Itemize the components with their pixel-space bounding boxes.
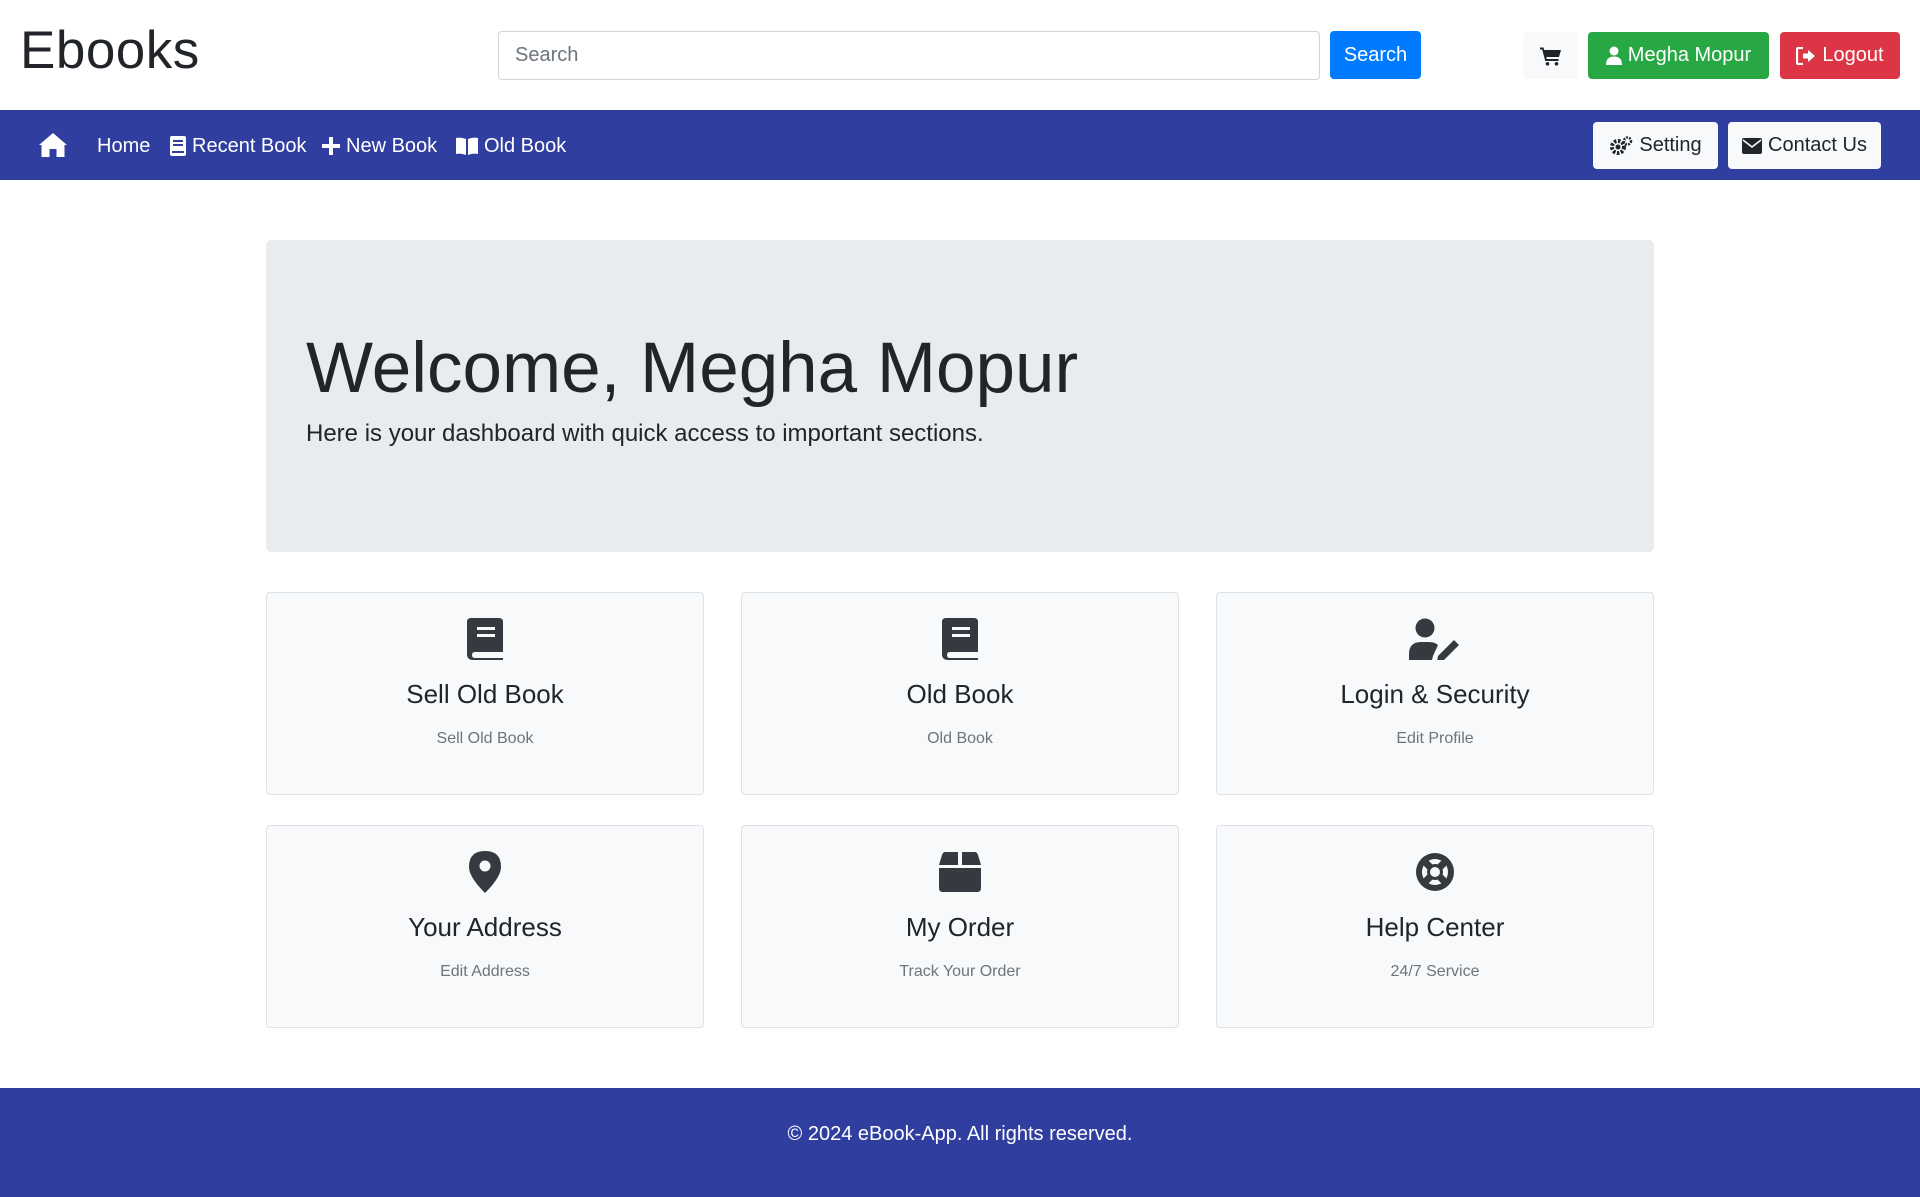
card-title: Login & Security bbox=[1340, 679, 1530, 709]
envelope-icon bbox=[1742, 137, 1763, 154]
user-name-label: Megha Mopur bbox=[1627, 44, 1752, 66]
card-title: Old Book bbox=[906, 679, 1014, 709]
card-help-center[interactable]: Help Center 24/7 Service bbox=[1216, 825, 1654, 1028]
page-footer: © 2024 eBook-App. All rights reserved. bbox=[0, 1088, 1920, 1197]
welcome-title: Welcome, Megha Mopur bbox=[306, 329, 1079, 408]
nav-link-home[interactable]: Home bbox=[97, 132, 150, 160]
copyright-text: © 2024 eBook-App. All rights reserved. bbox=[787, 1123, 1133, 1145]
card-subtitle: 24/7 Service bbox=[1390, 963, 1480, 980]
welcome-subtitle: Here is your dashboard with quick access… bbox=[306, 420, 984, 447]
main-navbar: Home Recent Book New Book Old Book Setti… bbox=[0, 110, 1920, 180]
top-header: Ebooks Search Megha Mopur Logout bbox=[0, 0, 1920, 110]
welcome-jumbotron: Welcome, Megha Mopur Here is your dashbo… bbox=[266, 240, 1654, 552]
book-icon bbox=[170, 136, 186, 156]
nav-link-old-book[interactable]: Old Book bbox=[456, 132, 566, 160]
shopping-cart-icon bbox=[1539, 47, 1561, 66]
card-title: Sell Old Book bbox=[406, 679, 564, 709]
plus-icon bbox=[322, 137, 340, 155]
book-icon bbox=[267, 617, 703, 661]
card-subtitle: Track Your Order bbox=[899, 963, 1021, 980]
card-your-address[interactable]: Your Address Edit Address bbox=[266, 825, 704, 1028]
nav-link-new-book[interactable]: New Book bbox=[322, 132, 437, 160]
card-title: My Order bbox=[905, 912, 1015, 942]
card-title: Your Address bbox=[408, 912, 562, 942]
user-edit-icon bbox=[1217, 617, 1653, 661]
map-marker-icon bbox=[267, 850, 703, 894]
nav-link-home-label: Home bbox=[97, 134, 151, 157]
cart-button[interactable] bbox=[1523, 32, 1578, 79]
logout-button[interactable]: Logout bbox=[1780, 32, 1900, 79]
contact-us-button[interactable]: Contact Us bbox=[1728, 122, 1881, 169]
book-icon bbox=[742, 617, 1178, 661]
card-title: Help Center bbox=[1365, 912, 1505, 942]
card-sell-old-book[interactable]: Sell Old Book Sell Old Book bbox=[266, 592, 704, 795]
contact-us-label: Contact Us bbox=[1768, 134, 1867, 156]
nav-link-recent-book-label: Recent Book bbox=[192, 134, 307, 157]
box-icon bbox=[742, 850, 1178, 894]
user-profile-button[interactable]: Megha Mopur bbox=[1588, 32, 1769, 79]
life-ring-icon bbox=[1217, 850, 1653, 894]
card-my-order[interactable]: My Order Track Your Order bbox=[741, 825, 1179, 1028]
search-button[interactable]: Search bbox=[1330, 31, 1421, 79]
card-old-book[interactable]: Old Book Old Book bbox=[741, 592, 1179, 795]
setting-button[interactable]: Setting bbox=[1593, 122, 1718, 169]
nav-link-recent-book[interactable]: Recent Book bbox=[170, 132, 307, 160]
nav-link-new-book-label: New Book bbox=[346, 134, 438, 157]
user-icon bbox=[1605, 46, 1622, 65]
logout-label: Logout bbox=[1822, 44, 1884, 66]
search-input[interactable] bbox=[498, 31, 1320, 80]
home-icon[interactable] bbox=[38, 132, 68, 158]
sign-out-icon bbox=[1796, 46, 1816, 65]
card-subtitle: Edit Address bbox=[440, 963, 530, 980]
card-subtitle: Sell Old Book bbox=[436, 730, 534, 747]
card-subtitle: Old Book bbox=[927, 730, 993, 747]
card-subtitle: Edit Profile bbox=[1396, 730, 1474, 747]
nav-link-old-book-label: Old Book bbox=[484, 134, 567, 157]
setting-label: Setting bbox=[1639, 134, 1702, 156]
cogs-icon bbox=[1610, 135, 1633, 155]
open-book-icon bbox=[456, 137, 478, 155]
card-login-security[interactable]: Login & Security Edit Profile bbox=[1216, 592, 1654, 795]
brand-logo[interactable]: Ebooks bbox=[20, 20, 200, 81]
